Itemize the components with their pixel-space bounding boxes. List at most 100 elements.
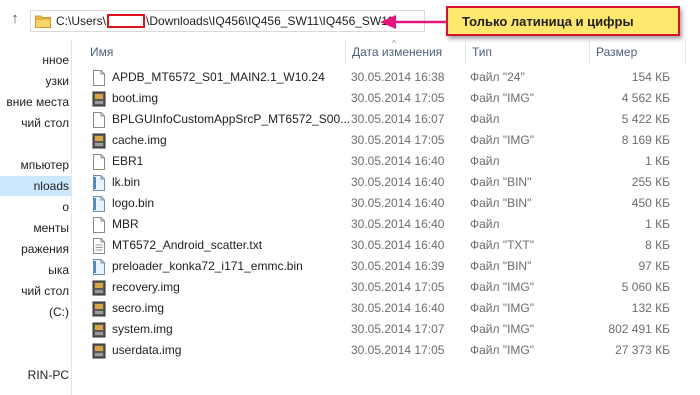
nav-item[interactable]: чий стол	[0, 281, 71, 301]
nav-item[interactable]: вние места	[0, 92, 71, 112]
nav-item-label: мпьютер	[20, 158, 69, 172]
file-size: 802 491 КБ	[608, 322, 670, 336]
nav-item[interactable]: RIN-PC	[0, 365, 71, 385]
file-type: Файл "IMG"	[470, 133, 535, 147]
file-row[interactable]: userdata.img 30.05.2014 17:05 Файл "IMG" 27…	[72, 340, 700, 361]
file-size: 8 169 КБ	[621, 133, 670, 147]
file-size: 450 КБ	[631, 196, 670, 210]
file-name: EBR1	[112, 154, 144, 168]
file-row[interactable]: cache.img 30.05.2014 17:05 Файл "IMG" 8 169…	[72, 130, 700, 151]
file-row[interactable]: lk.bin 30.05.2014 16:40 Файл "BIN" 255 КБ	[72, 172, 700, 193]
file-size: 1 КБ	[645, 217, 670, 231]
file-row[interactable]: recovery.img 30.05.2014 17:05 Файл "IMG" 5 …	[72, 277, 700, 298]
file-size: 132 КБ	[631, 301, 670, 315]
file-type: Файл "IMG"	[470, 280, 535, 294]
file-date: 30.05.2014 16:40	[351, 175, 445, 189]
file-size: 27 373 КБ	[615, 343, 670, 357]
file-date: 30.05.2014 17:07	[351, 322, 445, 336]
nav-item[interactable]	[0, 323, 71, 343]
file-type: Файл "BIN"	[470, 259, 532, 273]
file-date: 30.05.2014 16:40	[351, 154, 445, 168]
file-size: 8 КБ	[645, 238, 670, 252]
address-path[interactable]: C:\Users\ \Downloads\IQ456\IQ456_SW11\IQ4…	[56, 14, 394, 29]
nav-item-label: RIN-PC	[27, 368, 69, 382]
file-name: userdata.img	[112, 343, 182, 357]
redaction-box	[107, 14, 146, 28]
column-date[interactable]: Дата изменения	[346, 40, 466, 64]
folder-icon	[35, 15, 51, 28]
nav-item[interactable]: нное	[0, 50, 71, 70]
column-name[interactable]: Имя	[84, 40, 346, 64]
file-date: 30.05.2014 17:05	[351, 91, 445, 105]
file-type: Файл "IMG"	[470, 91, 535, 105]
file-type: Файл "BIN"	[470, 196, 532, 210]
file-size: 5 060 КБ	[621, 280, 670, 294]
disk-image-icon	[92, 133, 106, 149]
blank-file-icon	[92, 217, 106, 233]
file-row[interactable]: MBR 30.05.2014 16:40 Файл 1 КБ	[72, 214, 700, 235]
nav-item-label: менты	[33, 221, 69, 235]
file-name: boot.img	[112, 91, 159, 105]
nav-item-label: чий стол	[21, 116, 69, 130]
nav-item[interactable]: nloads	[0, 176, 71, 196]
file-date: 30.05.2014 17:05	[351, 343, 445, 357]
file-row[interactable]: EBR1 30.05.2014 16:40 Файл 1 КБ	[72, 151, 700, 172]
file-type: Файл "BIN"	[470, 175, 532, 189]
nav-item[interactable]: узки	[0, 71, 71, 91]
file-row[interactable]: BPLGUInfoCustomAppSrcP_MT6572_S00... 30.0…	[72, 109, 700, 130]
file-row[interactable]: boot.img 30.05.2014 17:05 Файл "IMG" 4 562 …	[72, 88, 700, 109]
nav-item-label: о	[62, 200, 69, 214]
file-type: Файл "IMG"	[470, 301, 535, 315]
nav-item-label: ыка	[48, 263, 69, 277]
column-size[interactable]: Размер	[590, 40, 686, 64]
file-row[interactable]: preloader_konka72_i171_emmc.bin 30.05.201…	[72, 256, 700, 277]
blank-file-icon	[92, 70, 106, 86]
nav-item[interactable]: (C:)	[0, 302, 71, 322]
column-type[interactable]: Тип	[466, 40, 590, 64]
nav-item-label: ражения	[21, 242, 69, 256]
nav-item-label: nloads	[33, 179, 69, 193]
file-name: BPLGUInfoCustomAppSrcP_MT6572_S00...	[112, 112, 351, 126]
file-name: logo.bin	[112, 196, 155, 210]
file-row[interactable]: system.img 30.05.2014 17:07 Файл "IMG" 802 …	[72, 319, 700, 340]
file-row[interactable]: APDB_MT6572_S01_MAIN2.1_W10.24 30.05.2014…	[72, 67, 700, 88]
file-type: Файл "IMG"	[470, 343, 535, 357]
disk-image-icon	[92, 280, 106, 296]
file-name: recovery.img	[112, 280, 180, 294]
file-name: system.img	[112, 322, 173, 336]
file-name: preloader_konka72_i171_emmc.bin	[112, 259, 303, 273]
bin-file-icon	[92, 175, 106, 191]
file-row[interactable]: logo.bin 30.05.2014 16:40 Файл "BIN" 450 КБ	[72, 193, 700, 214]
nav-item[interactable]: ыка	[0, 260, 71, 280]
address-bar[interactable]: C:\Users\ \Downloads\IQ456\IQ456_SW11\IQ4…	[30, 10, 425, 32]
nav-item[interactable]	[0, 344, 71, 364]
nav-item[interactable]: ражения	[0, 239, 71, 259]
file-type: Файл "TXT"	[470, 238, 535, 252]
nav-item[interactable]: о	[0, 197, 71, 217]
file-row[interactable]: secro.img 30.05.2014 16:40 Файл "IMG" 132 К…	[72, 298, 700, 319]
disk-image-icon	[92, 301, 106, 317]
column-header: ^ Имя Дата изменения Тип Размер	[72, 40, 700, 64]
nav-item[interactable]	[0, 134, 71, 154]
disk-image-icon	[92, 322, 106, 338]
file-type: Файл "24"	[470, 70, 525, 84]
file-row[interactable]: MT6572_Android_scatter.txt 30.05.2014 16:…	[72, 235, 700, 256]
text-file-icon	[92, 238, 106, 254]
file-size: 5 422 КБ	[621, 112, 670, 126]
file-date: 30.05.2014 16:40	[351, 301, 445, 315]
navigation-pane: нное узки вние места чий стол мпьютер nloads о…	[0, 40, 72, 395]
file-date: 30.05.2014 16:07	[351, 112, 445, 126]
nav-item-label: вние места	[6, 95, 69, 109]
nav-item[interactable]: чий стол	[0, 113, 71, 133]
nav-item[interactable]: мпьютер	[0, 155, 71, 175]
file-name: cache.img	[112, 133, 167, 147]
nav-item[interactable]: менты	[0, 218, 71, 238]
file-name: lk.bin	[112, 175, 141, 189]
bin-file-icon	[92, 259, 106, 275]
up-arrow-icon[interactable]: ↑	[8, 11, 22, 27]
nav-item-label: узки	[45, 74, 69, 88]
address-suffix: \Downloads\IQ456\IQ456_SW11\IQ456_SW11	[146, 14, 394, 28]
annotation-callout: Только латиница и цифры	[446, 6, 680, 36]
file-date: 30.05.2014 16:40	[351, 196, 445, 210]
address-prefix: C:\Users\	[56, 14, 107, 28]
